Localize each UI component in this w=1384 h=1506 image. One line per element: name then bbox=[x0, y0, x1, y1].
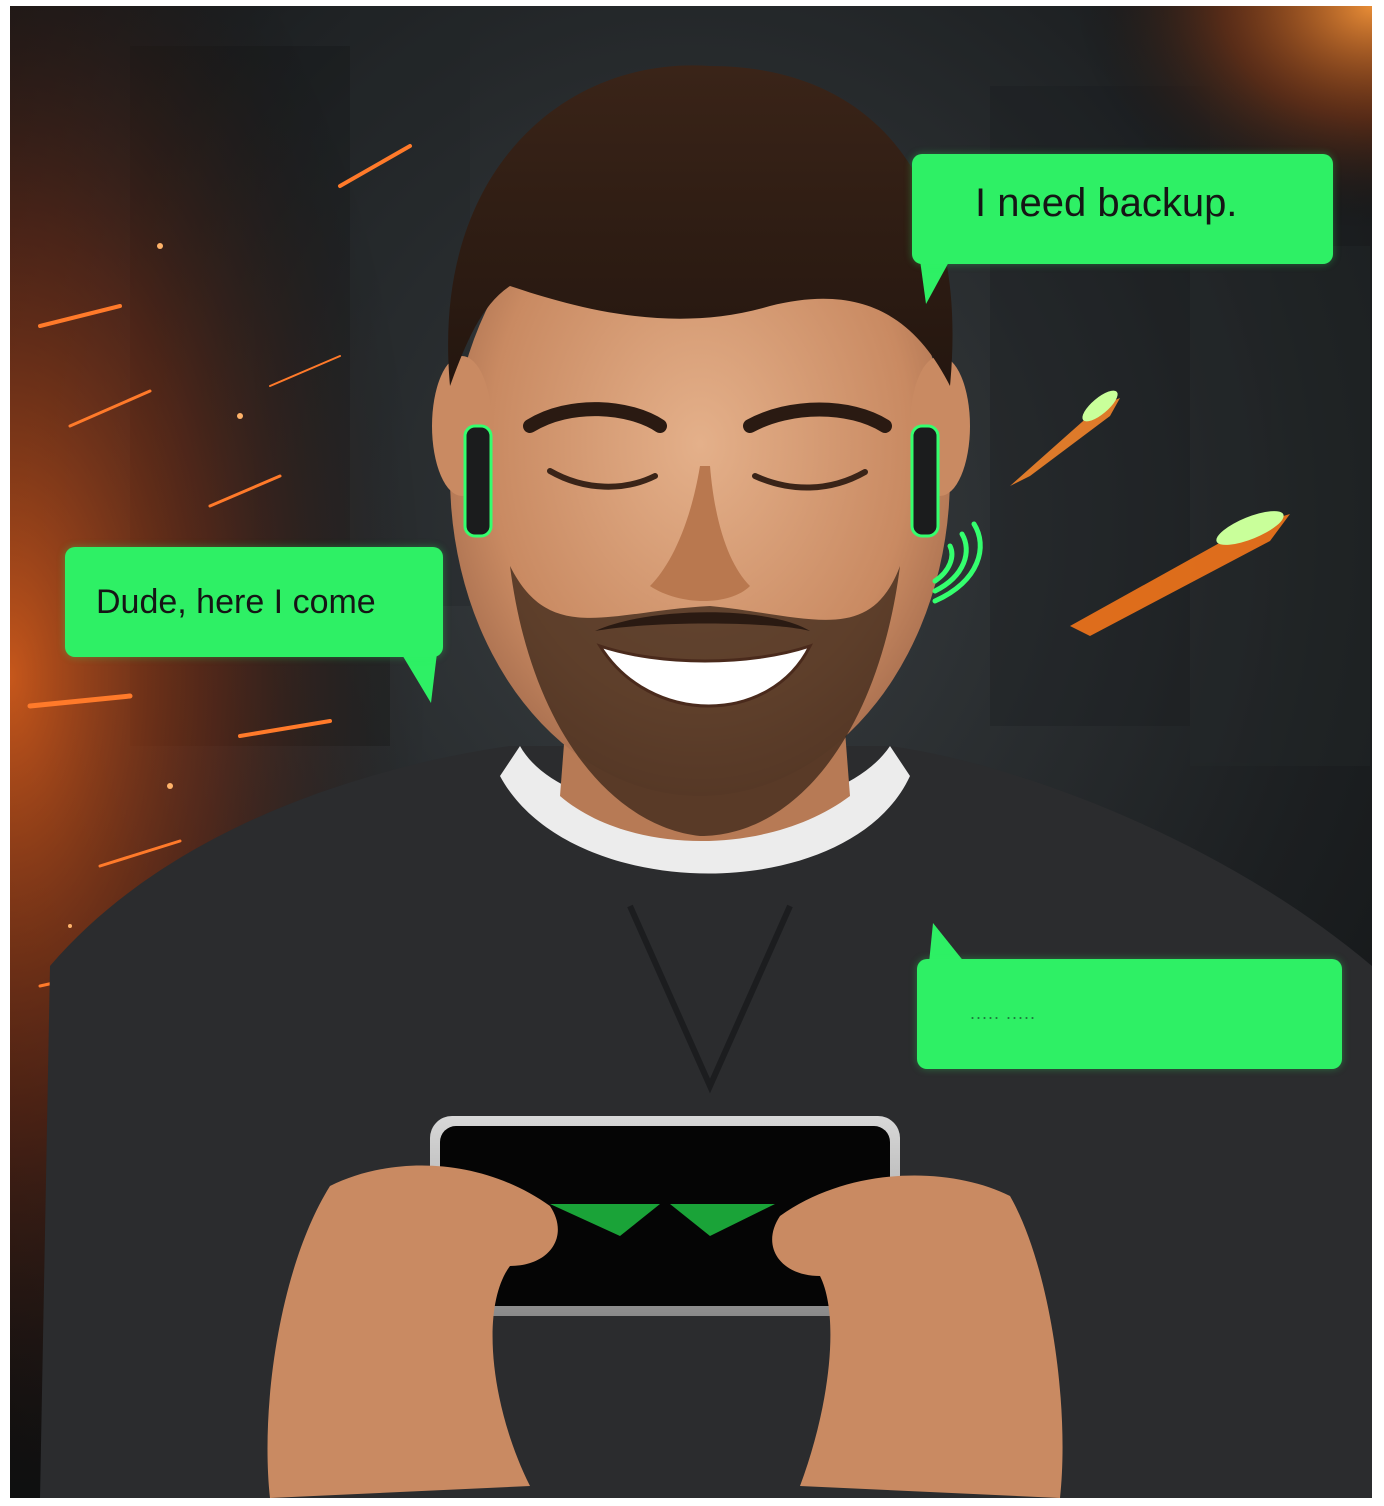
bubble-text-dots: ..... ..... bbox=[970, 1003, 1037, 1023]
bubble-text-backup: I need backup. bbox=[975, 181, 1238, 225]
speech-bubble-left: Dude, here I come bbox=[65, 547, 443, 703]
bubble-tail bbox=[401, 653, 437, 703]
bubble-text-dude: Dude, here I come bbox=[96, 583, 376, 621]
speech-bubble-bottom-right: ..... ..... bbox=[917, 923, 1342, 1069]
speech-bubble-top-right: I need backup. bbox=[912, 154, 1333, 304]
ad-scene: I need backup. Dude, here I come ..... .… bbox=[10, 6, 1372, 1498]
bubble-tail bbox=[929, 923, 965, 963]
bubble-tail bbox=[920, 260, 950, 304]
